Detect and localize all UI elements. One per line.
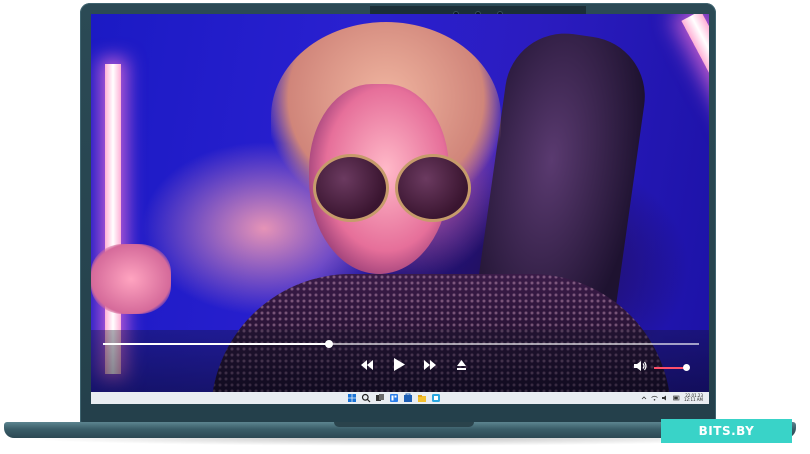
wifi-icon[interactable] [651,395,658,401]
battery-icon[interactable] [673,395,680,401]
hinge-groove [334,422,474,427]
windows-start-icon[interactable] [347,393,357,403]
rewind-button[interactable] [361,360,373,370]
file-explorer-icon[interactable] [417,393,427,403]
speaker-icon [634,361,647,371]
volume-icon[interactable] [662,395,669,401]
search-icon[interactable] [361,393,371,403]
hand [91,244,171,314]
chevron-up-icon[interactable] [641,395,647,401]
volume-slider-thumb[interactable] [682,364,690,371]
fast-forward-icon [424,360,436,370]
taskbar: 22.01.23 12:11 AM [91,392,709,404]
play-button[interactable] [394,358,405,371]
play-icon [394,358,405,371]
sunglasses-right-lens [395,154,471,222]
rewind-icon [361,360,373,370]
fast-forward-button[interactable] [424,360,436,370]
eject-icon [457,360,466,370]
volume-slider-fill [654,367,686,369]
volume-button[interactable] [634,361,647,371]
seek-bar-thumb[interactable] [325,340,334,348]
store-icon[interactable] [403,393,413,403]
seek-bar-played [103,343,330,345]
task-view-icon[interactable] [375,393,385,403]
taskbar-clock[interactable]: 22.01.23 12:11 AM [684,393,703,403]
volume-slider[interactable] [654,364,690,371]
neon-light-right [681,14,709,198]
taskbar-apps [347,393,441,403]
watermark-logo: BITS.BY [661,419,792,443]
media-player-controls [91,330,709,392]
seek-bar[interactable] [103,340,699,348]
neon-light-left [105,64,121,374]
system-tray: 22.01.23 12:11 AM [641,393,703,403]
clock-date: 12:11 AM [684,397,703,402]
widgets-icon[interactable] [389,393,399,403]
app-icon[interactable] [431,393,441,403]
sunglasses-left-lens [313,154,389,222]
laptop-screen: 22.01.23 12:11 AM [91,14,709,404]
eject-button[interactable] [457,360,466,370]
